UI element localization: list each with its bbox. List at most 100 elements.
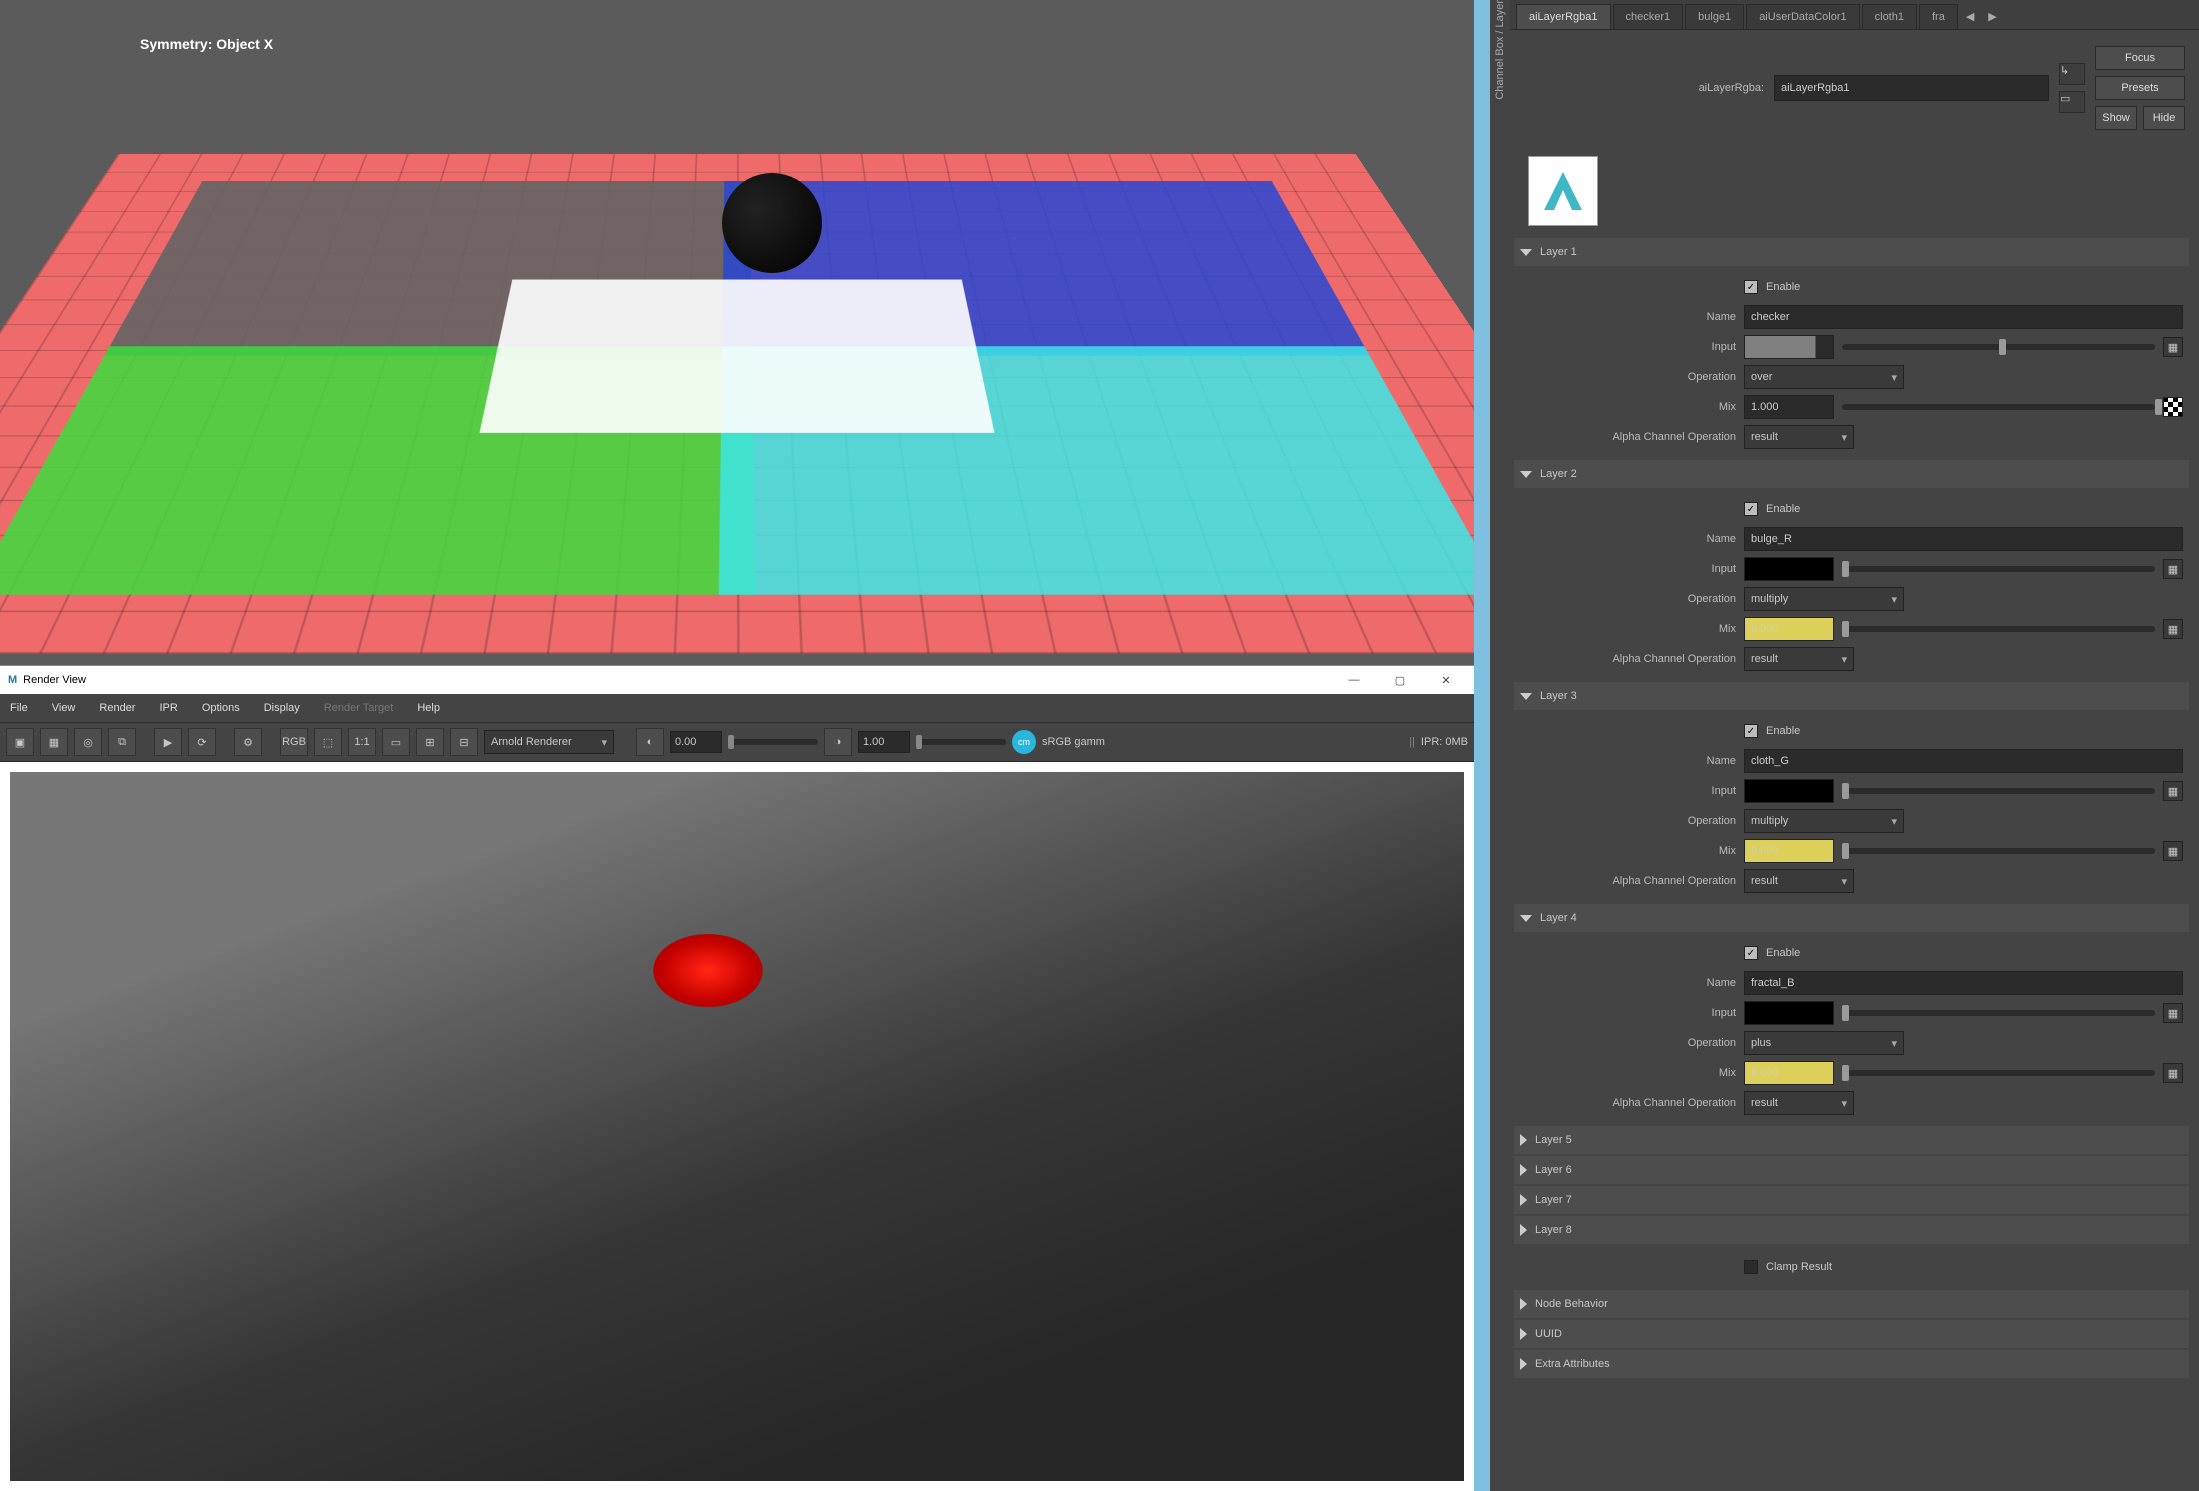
viewport[interactable]: Symmetry: Object X [0, 0, 1474, 665]
tab-checker[interactable]: checker1 [1613, 4, 1684, 29]
remove-image-icon[interactable]: ⊟ [450, 728, 478, 756]
tab-bulge[interactable]: bulge1 [1685, 4, 1744, 29]
render-globals-icon[interactable]: ⚙ [234, 728, 262, 756]
mix-map-button[interactable]: ▦ [2163, 841, 2183, 861]
input-map-button[interactable]: ▦ [2163, 559, 2183, 579]
render-frame-icon[interactable]: ▣ [6, 728, 34, 756]
real-size-icon[interactable]: ▭ [382, 728, 410, 756]
enable-checkbox[interactable]: ✓ [1744, 502, 1758, 516]
menu-display[interactable]: Display [264, 702, 300, 714]
render-view-titlebar[interactable]: M Render View ― ▢ ✕ [0, 666, 1474, 694]
mix-slider[interactable] [1842, 404, 2155, 410]
section-head-layer4[interactable]: Layer 4 [1514, 904, 2189, 932]
rgb-toggle[interactable]: RGB [280, 728, 308, 756]
alpha-op-select[interactable]: result [1744, 425, 1854, 449]
gamma-slider[interactable] [916, 739, 1006, 745]
mix-map-button[interactable]: ▦ [2163, 1063, 2183, 1083]
select-node-icon[interactable]: ▭ [2059, 91, 2085, 113]
maximize-button[interactable]: ▢ [1380, 668, 1420, 692]
operation-select[interactable]: multiply [1744, 809, 1904, 833]
hide-button[interactable]: Hide [2143, 106, 2185, 130]
input-map-button[interactable]: ▦ [2163, 337, 2183, 357]
menu-file[interactable]: File [10, 702, 28, 714]
operation-select[interactable]: plus [1744, 1031, 1904, 1055]
mix-field[interactable] [1744, 617, 1834, 641]
tab-scroll-left[interactable]: ◀ [1960, 4, 1980, 29]
alpha-op-select[interactable]: result [1744, 1091, 1854, 1115]
input-swatch[interactable] [1744, 1001, 1834, 1025]
exposure-field[interactable]: 0.00 [670, 731, 722, 753]
mix-field[interactable] [1744, 395, 1834, 419]
render-sequence-icon[interactable]: ⧉ [108, 728, 136, 756]
channel-box-rail[interactable]: Channel Box / Layer [1490, 0, 1510, 1491]
presets-button[interactable]: Presets [2095, 76, 2185, 100]
close-button[interactable]: ✕ [1426, 668, 1466, 692]
clamp-checkbox[interactable] [1744, 1260, 1758, 1274]
input-swatch[interactable] [1744, 557, 1834, 581]
section-head-layer7[interactable]: Layer 7 [1514, 1186, 2189, 1214]
mix-slider[interactable] [1842, 848, 2155, 854]
section-head-layer6[interactable]: Layer 6 [1514, 1156, 2189, 1184]
operation-select[interactable]: multiply [1744, 587, 1904, 611]
section-head-layer2[interactable]: Layer 2 [1514, 460, 2189, 488]
input-map-button[interactable]: ▦ [2163, 1003, 2183, 1023]
render-region-icon[interactable]: ▦ [40, 728, 68, 756]
focus-button[interactable]: Focus [2095, 46, 2185, 70]
enable-checkbox[interactable]: ✓ [1744, 280, 1758, 294]
colorspace-label[interactable]: sRGB gamm [1042, 736, 1105, 748]
alpha-op-select[interactable]: result [1744, 869, 1854, 893]
mix-field[interactable] [1744, 839, 1834, 863]
input-swatch[interactable] [1744, 335, 1834, 359]
snapshot-icon[interactable]: ◎ [74, 728, 102, 756]
tab-fra[interactable]: fra [1919, 4, 1958, 29]
section-head-node_behavior[interactable]: Node Behavior [1514, 1290, 2189, 1318]
minimize-button[interactable]: ― [1334, 668, 1374, 692]
ratio-toggle[interactable]: 1:1 [348, 728, 376, 756]
mix-slider[interactable] [1842, 1070, 2155, 1076]
name-field[interactable] [1744, 527, 2183, 551]
menu-options[interactable]: Options [202, 702, 240, 714]
section-head-layer1[interactable]: Layer 1 [1514, 238, 2189, 266]
menu-ipr[interactable]: IPR [159, 702, 177, 714]
section-head-layer8[interactable]: Layer 8 [1514, 1216, 2189, 1244]
name-field[interactable] [1744, 749, 2183, 773]
menu-help[interactable]: Help [417, 702, 440, 714]
ae-body[interactable]: Layer 1 ✓ Enable Name Input ▦ Operation … [1510, 236, 2199, 1491]
show-button[interactable]: Show [2095, 106, 2137, 130]
tab-cloth[interactable]: cloth1 [1862, 4, 1917, 29]
tab-scroll-right[interactable]: ▶ [1982, 4, 2002, 29]
mix-map-button[interactable]: ▦ [2163, 619, 2183, 639]
renderer-select[interactable]: Arnold Renderer [484, 730, 614, 754]
mix-field[interactable] [1744, 1061, 1834, 1085]
panel-divider[interactable] [1474, 0, 1490, 1491]
input-slider[interactable] [1842, 344, 2155, 350]
gamma-field[interactable]: 1.00 [858, 731, 910, 753]
menu-view[interactable]: View [52, 702, 76, 714]
tab-ailayerrgba[interactable]: aiLayerRgba1 [1516, 4, 1611, 29]
input-slider[interactable] [1842, 1010, 2155, 1016]
mix-slider[interactable] [1842, 626, 2155, 632]
mix-map-button[interactable] [2163, 397, 2183, 417]
color-mgmt-icon[interactable]: cm [1012, 730, 1036, 754]
section-head-uuid[interactable]: UUID [1514, 1320, 2189, 1348]
enable-checkbox[interactable]: ✓ [1744, 946, 1758, 960]
enable-checkbox[interactable]: ✓ [1744, 724, 1758, 738]
keep-image-icon[interactable]: ⊞ [416, 728, 444, 756]
section-head-extra[interactable]: Extra Attributes [1514, 1350, 2189, 1378]
section-head-layer3[interactable]: Layer 3 [1514, 682, 2189, 710]
input-swatch[interactable] [1744, 779, 1834, 803]
alpha-toggle[interactable]: ⬚ [314, 728, 342, 756]
exposure-slider[interactable] [728, 739, 818, 745]
alpha-op-select[interactable]: result [1744, 647, 1854, 671]
render-image-area[interactable] [10, 772, 1464, 1481]
input-slider[interactable] [1842, 788, 2155, 794]
input-slider[interactable] [1842, 566, 2155, 572]
ipr-refresh-icon[interactable]: ⟳ [188, 728, 216, 756]
input-output-icon[interactable]: ↳ [2059, 63, 2085, 85]
node-name-field[interactable] [1774, 75, 2049, 101]
input-map-button[interactable]: ▦ [2163, 781, 2183, 801]
ipr-start-icon[interactable]: ▶ [154, 728, 182, 756]
section-head-layer5[interactable]: Layer 5 [1514, 1126, 2189, 1154]
name-field[interactable] [1744, 971, 2183, 995]
operation-select[interactable]: over [1744, 365, 1904, 389]
